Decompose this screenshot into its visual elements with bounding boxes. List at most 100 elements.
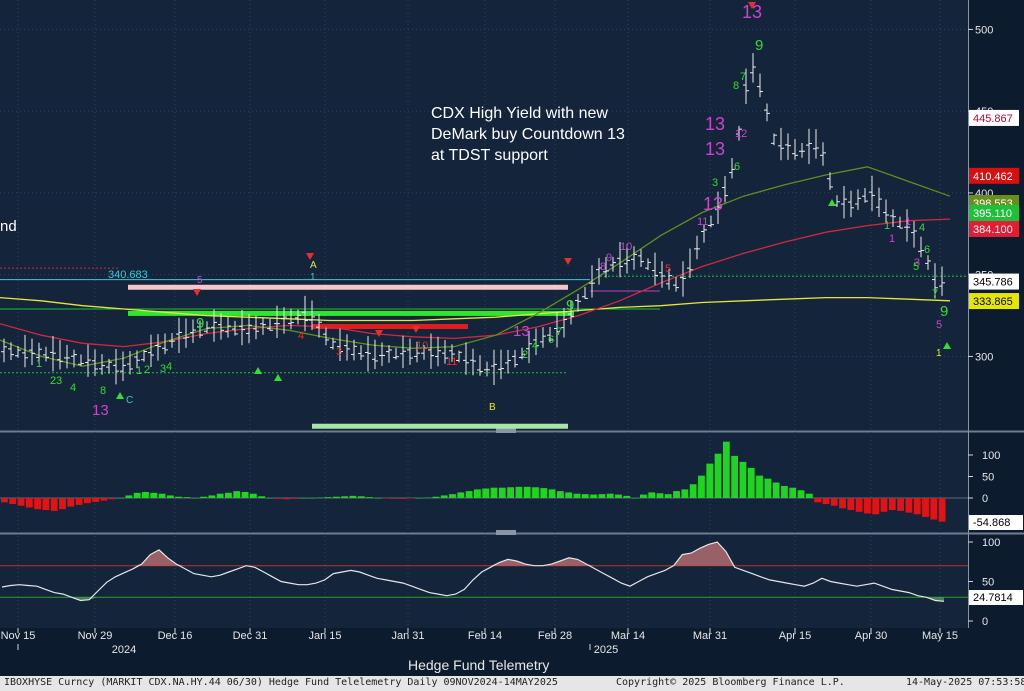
x-tick-label: Apr 15 [779,630,811,642]
histogram-bar [888,498,896,511]
histogram-bar [34,498,41,510]
footer-copyright: Copyright© 2025 Bloomberg Finance L.P. [616,677,845,688]
histogram-bar [830,498,838,506]
price-label: 445.867 [969,109,1019,126]
histogram-bar [772,482,780,498]
histogram-bar [714,453,722,498]
histogram-bar [706,463,714,498]
histogram-bar [648,492,656,498]
histogram-bar [507,487,514,498]
price-label: 345.786 [969,273,1019,290]
demark-count-label: 4 [166,361,172,373]
histogram-bar [764,478,772,498]
demark-count-label: 9 [755,37,763,54]
histogram-bar [191,498,199,499]
histogram-bar [855,498,863,512]
histogram-bar [722,441,730,498]
histogram-bar [208,495,216,498]
y-tick-label: 300 [975,351,993,363]
demark-count-label: 7 [932,288,938,300]
histogram-bar [216,493,224,498]
histogram-bar [249,493,257,498]
chart-root: { "chart_data": [ { "type": "candlestick… [0,0,1024,691]
lower-level-line [312,423,568,429]
histogram-bar [822,498,830,505]
histogram-bar [67,498,75,507]
histogram-bar [299,498,307,499]
panel-splitter-handle [496,428,516,433]
histogram-bar [673,491,680,498]
y-tick-label: 50 [982,472,994,484]
demark-count-label: A [310,260,317,271]
level-value-label: 340.683 [108,269,148,281]
last-value-text: 24.7814 [973,592,1013,604]
demark-count-label: 3 [56,375,62,387]
price-label: 395.110 [969,205,1019,221]
demark-count-label: 13 [703,194,723,214]
histogram-bar [25,498,33,508]
histogram-bar [656,493,664,498]
last-value-label: -54.868 [969,515,1023,530]
histogram-bar [606,493,614,498]
demark-count-label: 8 [100,385,106,397]
demark-count-label: 4 [532,340,538,352]
histogram-bar [83,498,91,504]
x-tick-label: Feb 14 [468,630,502,642]
demark-count-label: 1 [310,272,316,283]
demark-count-label: 3 [336,346,342,358]
x-tick-label: May 15 [922,630,958,642]
histogram-bar [631,498,639,499]
histogram-bar [440,495,448,498]
histogram-bar [42,498,50,511]
demark-count-label: 10 [416,340,428,352]
x-tick-label: Jan 31 [391,630,424,642]
x-tick-label: Feb 28 [538,630,572,642]
demark-count-label: 6 [548,334,554,346]
footer-security: IBOXHYSE Curncy (MARKIT CDX.NA.HY.44 06/… [4,677,558,688]
demark-count-label: 12 [735,128,747,140]
histogram-bar [100,498,108,501]
demark-count-label: 11 [697,216,708,228]
demark-count-label: C [126,395,133,406]
histogram-bar [523,486,531,498]
oscillator-panel-bg [0,535,968,628]
histogram-bar [308,498,315,499]
demark-count-label: 6 [924,244,930,256]
histogram-bar [922,498,929,517]
demark-count-label: 1 [136,365,142,377]
histogram-bar [349,495,357,498]
demark-count-label: 7 [740,71,746,83]
demark-count-label: 4 [919,222,925,234]
demark-count-label: 4 [70,382,76,394]
histogram-bar [913,498,921,515]
histogram-bar [125,495,133,498]
histogram-bar [880,498,888,512]
histogram-bar [556,491,564,498]
price-label-text: 345.786 [973,277,1013,289]
histogram-bar [200,496,207,498]
annotation-line-1: CDX High Yield with new [431,105,608,122]
histogram-bar [1,498,8,503]
demark-count-label: 2 [144,364,150,376]
demark-count-label: 10 [620,241,632,253]
histogram-bar [938,498,946,522]
x-tick-label: Nov 15 [1,630,36,642]
histogram-bar [515,486,523,498]
chart-svg: 300350400450500340.683131313131313999989… [0,0,1024,676]
histogram-bar [756,475,763,498]
demark-count-label: 11 [446,356,457,368]
histogram-bar [872,498,880,515]
histogram-bar [108,498,116,500]
price-label-text: 395.110 [973,208,1012,220]
price-label-text: 410.462 [973,171,1013,183]
demark-count-label: 1 [36,358,42,370]
y-tick-label: 0 [982,493,988,505]
histogram-bar [258,496,266,498]
histogram-bar [847,498,855,511]
histogram-bar [482,488,490,498]
histogram-bar [581,494,589,498]
histogram-bar [864,498,871,514]
histogram-bar [490,487,498,498]
histogram-bar [565,492,573,498]
histogram-bar [681,489,689,498]
